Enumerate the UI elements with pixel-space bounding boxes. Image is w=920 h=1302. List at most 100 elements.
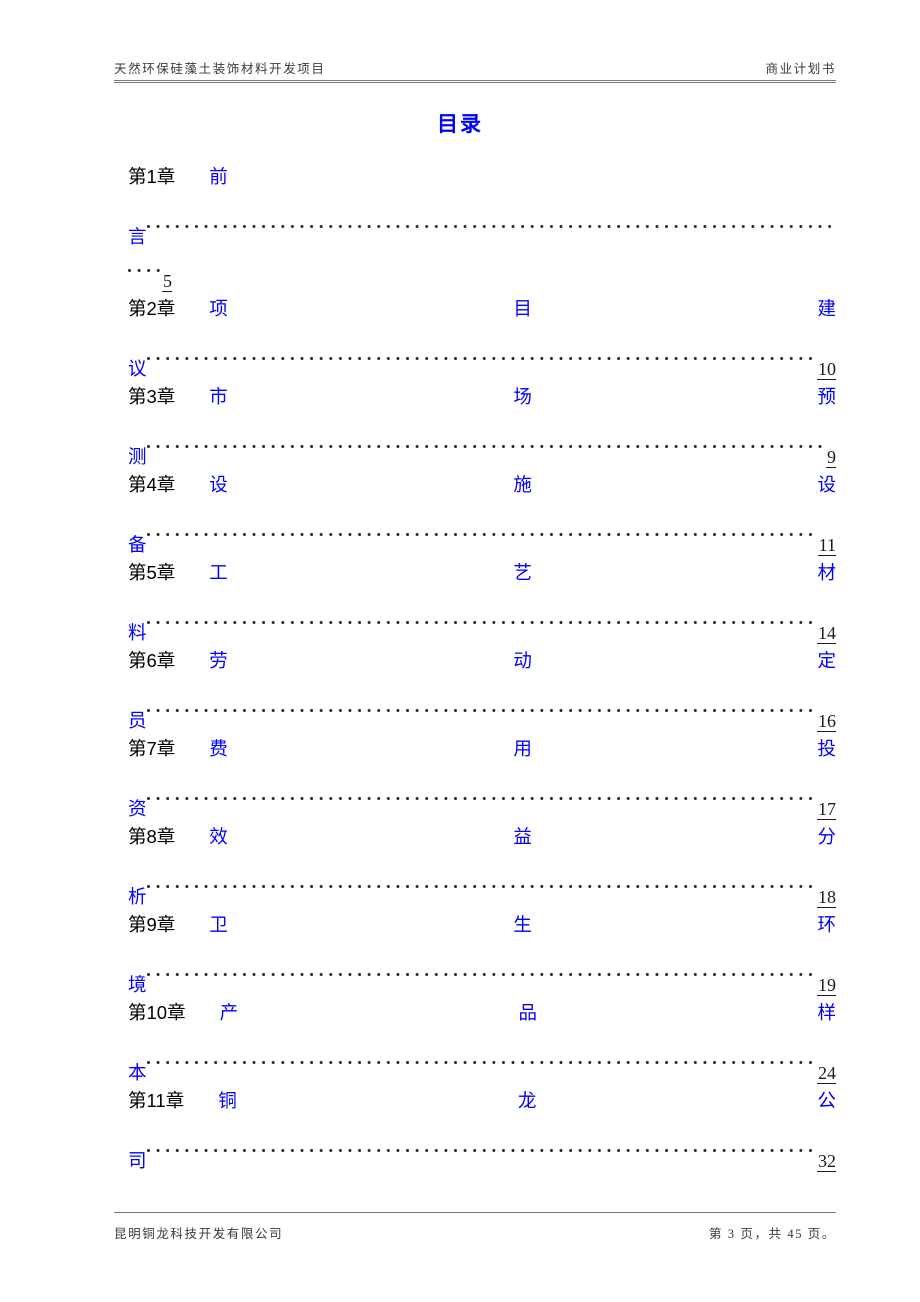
- toc-entry-line-2: 析 18: [128, 859, 836, 908]
- toc-entry[interactable]: 第7章 费 用 投资 17: [128, 727, 836, 820]
- toc-title-char: 卫: [209, 914, 228, 935]
- toc-entry-line-1: 第1章 前: [128, 155, 836, 199]
- toc-title-char: 预: [817, 386, 836, 407]
- toc-dot-leader: [146, 507, 818, 551]
- toc-chapter-label: 第2章: [128, 298, 176, 319]
- toc-dot-leader: [146, 1123, 817, 1167]
- toc-chapter-label: 第11章: [128, 1090, 185, 1111]
- document-page: 天然环保硅藻土装饰材料开发项目 商业计划书 目录 第1章 前言 5 第2章 项 目 建议 10…: [0, 0, 920, 1302]
- toc-chapter-label: 第8章: [128, 826, 176, 847]
- toc-entry-title[interactable]: 设施设: [209, 463, 836, 507]
- toc-entry-line-1: 第10章 产 品 样: [128, 991, 836, 1035]
- toc-dot-leader: [146, 771, 817, 815]
- toc-title-char: 劳: [209, 650, 228, 671]
- toc-title-char: 投: [817, 738, 836, 759]
- toc-entry[interactable]: 第1章 前言 5: [128, 155, 836, 292]
- toc-title-char: 材: [817, 562, 836, 583]
- toc-title-char: 目: [513, 298, 532, 319]
- toc-entry-line-1: 第6章 劳 动 定: [128, 639, 836, 683]
- toc-chapter-label: 第5章: [128, 562, 176, 583]
- toc-entry-line-1: 第3章 市 场 预: [128, 375, 836, 419]
- toc-entry-title[interactable]: 效益分: [209, 815, 836, 859]
- toc-entry-title[interactable]: 劳动定: [209, 639, 836, 683]
- toc-dot-leader: [146, 199, 836, 243]
- toc-dot-leader: [146, 947, 817, 991]
- toc-title-char: 动: [513, 650, 532, 671]
- toc-entry-title[interactable]: 项目建: [209, 287, 836, 331]
- toc-chapter-label: 第3章: [128, 386, 176, 407]
- toc-entry[interactable]: 第6章 劳 动 定员 16: [128, 639, 836, 732]
- toc-entry-line-1: 第9章 卫 生 环: [128, 903, 836, 947]
- toc-title-char: 铜: [218, 1090, 237, 1111]
- toc-title-char: 工: [209, 562, 228, 583]
- toc-page-number[interactable]: 32: [817, 1152, 836, 1172]
- toc-title-char: 设: [817, 474, 836, 495]
- toc-chapter-label: 第9章: [128, 914, 176, 935]
- toc-title-char: 司: [128, 1150, 147, 1171]
- toc-entry-title[interactable]: 前: [209, 155, 836, 199]
- toc-entry-line-2: 料 14: [128, 595, 836, 644]
- toc-entry-line-2: 员 16: [128, 683, 836, 732]
- toc-dot-leader: [146, 595, 817, 639]
- page-header: 天然环保硅藻土装饰材料开发项目 商业计划书: [114, 58, 836, 90]
- toc-entry-line-1: 第5章 工 艺 材: [128, 551, 836, 595]
- toc-entry-line-1: 第8章 效 益 分: [128, 815, 836, 859]
- header-left-text: 天然环保硅藻土装饰材料开发项目: [114, 62, 326, 76]
- toc-dot-leader: [128, 243, 162, 287]
- toc-entry[interactable]: 第3章 市 场 预测 9: [128, 375, 836, 468]
- toc-entry[interactable]: 第2章 项 目 建议 10: [128, 287, 836, 380]
- toc-entry-title[interactable]: 市场预: [209, 375, 836, 419]
- toc-chapter-label: 第1章: [128, 166, 176, 187]
- toc-entry-line-1: 第2章 项 目 建: [128, 287, 836, 331]
- toc-entry-line-2: 测9: [128, 419, 836, 468]
- toc-title-char: 前: [209, 166, 228, 187]
- toc-entry-title[interactable]: 费用投: [209, 727, 836, 771]
- toc-title-char: 环: [817, 914, 836, 935]
- toc-dot-leader: [146, 683, 817, 727]
- footer-page-count: 第 3 页，共 45 页。: [708, 1227, 836, 1241]
- toc-dot-leader: [146, 331, 817, 375]
- toc-title-char: 建: [817, 298, 836, 319]
- toc-entry-line-1: 第11章 铜 龙 公: [128, 1079, 836, 1123]
- toc-entry-line-2: 司 32: [128, 1123, 836, 1172]
- toc-title-char: 公: [817, 1090, 836, 1111]
- toc-title-char: 定: [817, 650, 836, 671]
- toc-title-char: 生: [513, 914, 532, 935]
- toc-title-char: 艺: [513, 562, 532, 583]
- toc-entry[interactable]: 第8章 效 益 分析 18: [128, 815, 836, 908]
- toc-chapter-label: 第10章: [128, 1002, 186, 1023]
- page-header-row: 天然环保硅藻土装饰材料开发项目 商业计划书: [114, 58, 836, 80]
- toc-entry-title[interactable]: 铜龙公: [218, 1079, 836, 1123]
- toc-entry[interactable]: 第9章 卫 生 环境 19: [128, 903, 836, 996]
- toc-title-char: 项: [209, 298, 228, 319]
- toc-title-char: 设: [209, 474, 228, 495]
- toc-title-char: 施: [513, 474, 532, 495]
- toc-entry-title[interactable]: 卫生环: [209, 903, 836, 947]
- toc-title-char: 用: [513, 738, 532, 759]
- toc-title-char: 效: [209, 826, 228, 847]
- toc-title-char: 分: [817, 826, 836, 847]
- toc-entry[interactable]: 第10章 产 品 样本 24: [128, 991, 836, 1084]
- toc-chapter-label: 第7章: [128, 738, 176, 759]
- toc-entry-line-1: 第7章 费 用 投: [128, 727, 836, 771]
- toc-entry-line-2: 备 11: [128, 507, 836, 556]
- toc-entry-line-2: 议 10: [128, 331, 836, 380]
- toc-dot-leader: [146, 419, 826, 463]
- toc-entry-line-1: 第4章 设 施 设: [128, 463, 836, 507]
- toc-title-char: 产: [219, 1002, 239, 1023]
- toc-title-char: 市: [209, 386, 228, 407]
- toc-entry-line-2: 资 17: [128, 771, 836, 820]
- toc-chapter-label: 第6章: [128, 650, 176, 671]
- toc-entry-title[interactable]: 工艺材: [209, 551, 836, 595]
- toc-entry[interactable]: 第11章 铜 龙 公司 32: [128, 1079, 836, 1172]
- toc-entry[interactable]: 第5章 工 艺 材料 14: [128, 551, 836, 644]
- toc-entry-title[interactable]: 产品样: [220, 991, 836, 1035]
- header-divider-rule: [114, 80, 836, 83]
- toc-title-char: 费: [209, 738, 228, 759]
- toc-entry-line-2: 境 19: [128, 947, 836, 996]
- toc-chapter-label: 第4章: [128, 474, 176, 495]
- toc-entry-line-3: 5: [128, 243, 836, 292]
- toc-title-char: 场: [513, 386, 532, 407]
- page-title: 目录: [437, 113, 483, 136]
- toc-entry[interactable]: 第4章 设 施 设备 11: [128, 463, 836, 556]
